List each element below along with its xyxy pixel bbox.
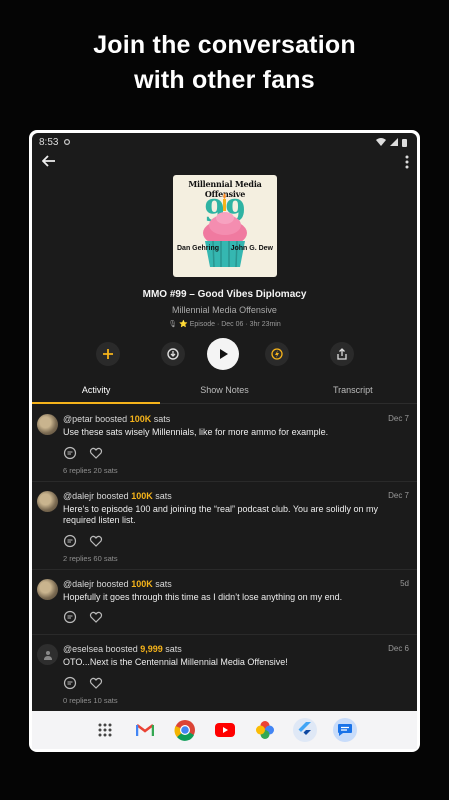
app-bar [32, 151, 417, 175]
boost-summary: @dalejr boosted 100K sats [63, 490, 172, 502]
episode-title: MMO #99 – Good Vibes Diplomacy [142, 289, 307, 300]
boost-verb: boosted [94, 578, 132, 589]
boost-unit: sats [152, 490, 172, 501]
comment-icon[interactable] [63, 446, 77, 460]
share-icon [337, 348, 347, 360]
comment-icon[interactable] [63, 676, 77, 690]
heart-icon[interactable] [89, 676, 103, 690]
heart-icon[interactable] [89, 534, 103, 548]
avatar[interactable] [37, 644, 58, 665]
artwork-host-right: John G. Dew [230, 245, 273, 252]
arrow-left-icon [41, 154, 55, 167]
post-date: Dec 7 [388, 490, 409, 500]
plus-icon [103, 349, 113, 359]
promo-line-1: Join the conversation [93, 31, 356, 59]
post-stats: 2 replies 60 sats [63, 553, 118, 563]
taskbar-dock [32, 711, 417, 749]
post-text: Use these sats wisely Millennials, like … [63, 427, 329, 437]
status-time: 8:53 [39, 136, 59, 148]
boost-verb: boosted [92, 414, 130, 424]
play-icon [220, 349, 228, 359]
post-stats: 0 replies 10 sats [63, 695, 118, 705]
comment-icon[interactable] [63, 534, 77, 548]
avatar[interactable] [37, 578, 58, 600]
battery-icon [402, 138, 407, 147]
photos-icon[interactable] [253, 718, 277, 742]
post-date: 5d [400, 578, 409, 588]
cupcake-illustration: 99 [203, 193, 247, 268]
avatar[interactable] [37, 414, 58, 435]
tab-bar: Activity Show Notes Transcript [32, 376, 417, 404]
heart-icon[interactable] [89, 446, 103, 460]
app-drawer-icon[interactable] [93, 718, 117, 742]
gmail-icon[interactable] [133, 718, 157, 742]
youtube-icon[interactable] [213, 718, 237, 742]
post-date: Dec 7 [388, 414, 409, 423]
username[interactable]: @petar [63, 414, 93, 424]
activity-item[interactable]: @petar boosted 100K sats Dec 7 Use these… [32, 405, 417, 482]
post-date: Dec 6 [388, 644, 409, 653]
boost-summary: @dalejr boosted 100K sats [63, 578, 172, 590]
episode-meta: 🎙 ⭐ Episode · Dec 06 · 3hr 23min [168, 321, 281, 328]
status-bar: 8:53 [32, 133, 417, 151]
heart-icon[interactable] [89, 610, 103, 624]
tab-transcript[interactable]: Transcript [289, 376, 417, 403]
boost-verb: boosted [94, 490, 132, 501]
post-text: Here’s to episode 100 and joining the “r… [63, 503, 379, 526]
signal-icon [390, 138, 398, 146]
boost-button[interactable] [265, 342, 289, 366]
boost-unit: sats [162, 644, 182, 654]
show-name[interactable]: Millennial Media Offensive [32, 305, 417, 315]
settings-status-icon [64, 139, 71, 145]
username[interactable]: @dalejr [63, 491, 94, 501]
artwork-host-left: Dan Gehring [177, 245, 220, 252]
username[interactable]: @dalejr [63, 579, 94, 589]
download-button[interactable] [161, 342, 185, 366]
boost-summary: @eselsea boosted 9,999 sats [63, 643, 182, 655]
comment-icon[interactable] [63, 610, 77, 624]
tab-show-notes[interactable]: Show Notes [160, 376, 288, 403]
activity-item[interactable]: @dalejr boosted 100K sats 5d Hopefully i… [32, 570, 417, 635]
tab-activity[interactable]: Activity [32, 376, 161, 404]
boost-amount: 100K [129, 414, 152, 424]
download-icon [167, 348, 179, 360]
person-icon [43, 650, 52, 660]
promo-line-2: with other fans [134, 66, 315, 94]
boost-amount: 100K [131, 578, 153, 589]
activity-feed: @petar boosted 100K sats Dec 7 Use these… [32, 405, 417, 711]
post-text: OTO...Next is the Centennial Millennial … [63, 657, 288, 667]
wifi-icon [376, 138, 386, 146]
chrome-icon[interactable] [173, 718, 197, 742]
boost-verb: boosted [103, 644, 141, 654]
boost-amount: 9,999 [140, 644, 163, 654]
avatar[interactable] [37, 490, 58, 512]
username[interactable]: @eselsea [63, 644, 103, 654]
activity-item[interactable]: @dalejr boosted 100K sats Dec 7 Here’s t… [32, 482, 417, 570]
boost-amount: 100K [131, 490, 153, 501]
add-button[interactable] [96, 342, 120, 366]
boost-summary: @petar boosted 100K sats [63, 413, 170, 425]
boost-unit: sats [151, 414, 171, 424]
device-frame: 8:53 Millennial Media Offensive 99 [29, 130, 420, 752]
back-button[interactable] [41, 154, 56, 173]
podcast-artwork: Millennial Media Offensive 99 Dan Gehrin… [173, 175, 277, 277]
lightning-icon [271, 348, 283, 360]
share-button[interactable] [330, 342, 354, 366]
more-vert-icon [405, 155, 409, 168]
messages-icon[interactable] [332, 718, 357, 742]
play-button[interactable] [207, 338, 239, 370]
flutter-icon[interactable] [292, 718, 317, 742]
promo-headline: Join the conversation with other fans [0, 28, 449, 98]
boost-unit: sats [152, 578, 172, 589]
post-stats: 6 replies 20 sats [63, 465, 118, 475]
activity-item[interactable]: @eselsea boosted 9,999 sats Dec 6 OTO...… [32, 635, 417, 711]
more-options-button[interactable] [405, 155, 409, 172]
post-text: Hopefully it goes through this time as I… [63, 591, 343, 602]
app-screen: 8:53 Millennial Media Offensive 99 [32, 133, 417, 711]
